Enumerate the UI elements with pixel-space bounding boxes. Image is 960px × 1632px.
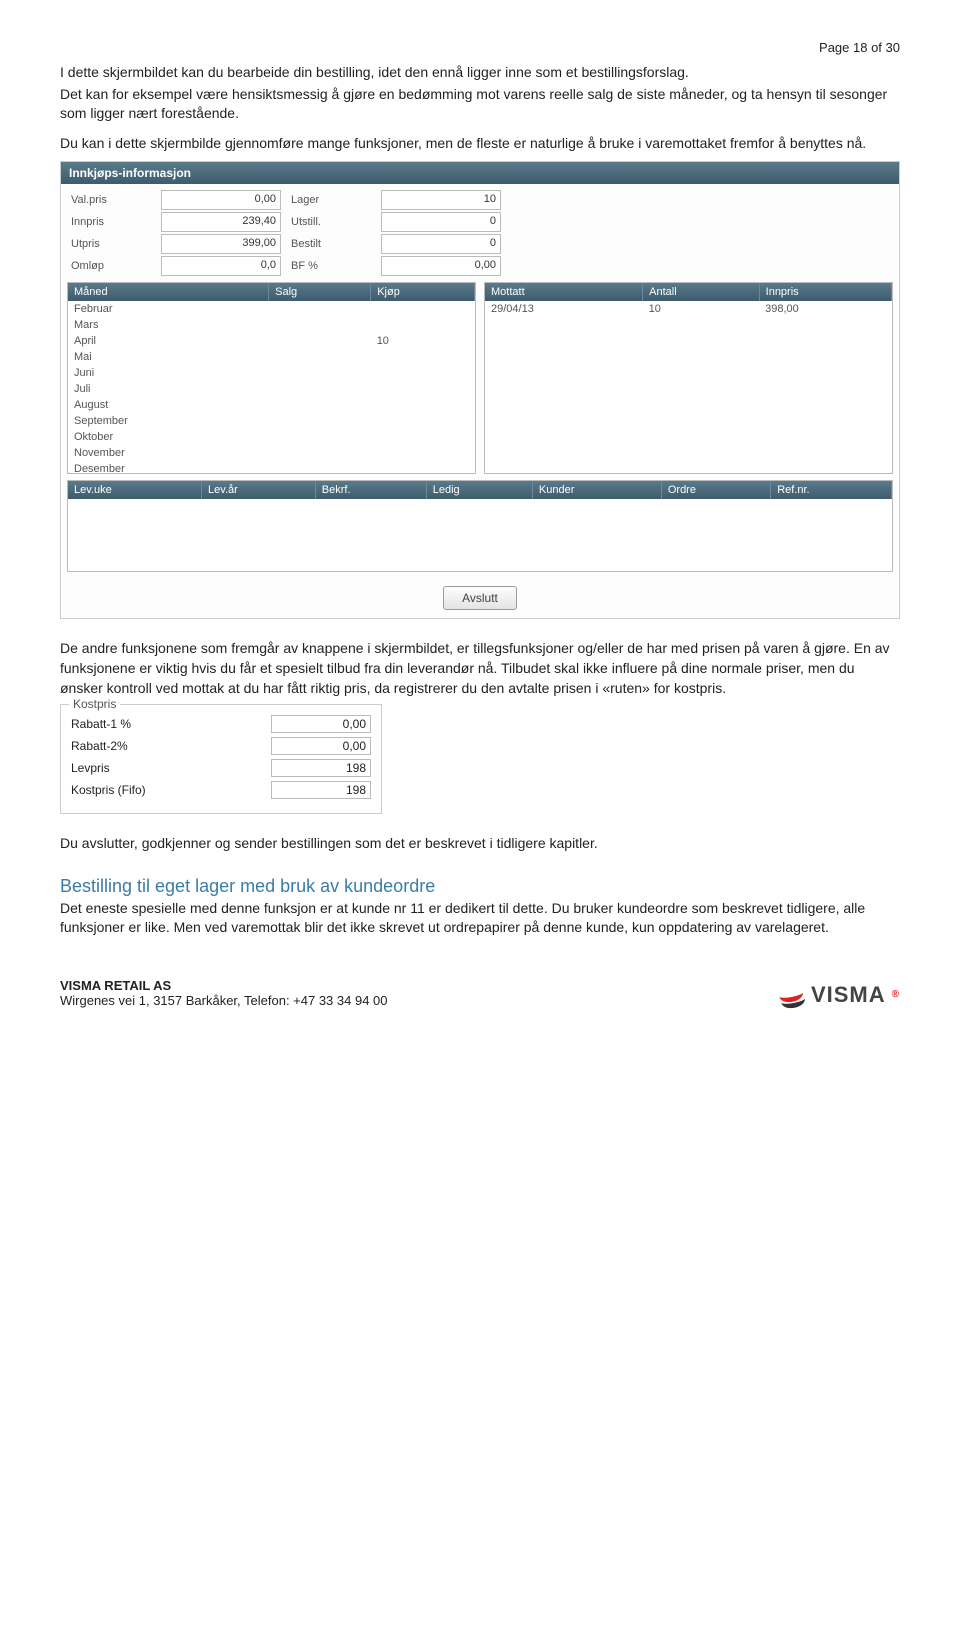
table-cell [371, 461, 475, 474]
table-cell [269, 397, 371, 413]
kost-label: Kostpris (Fifo) [71, 783, 146, 797]
table-cell [371, 429, 475, 445]
table-cell [269, 301, 371, 317]
col-head: Antall [643, 283, 760, 301]
table-cell [269, 413, 371, 429]
footer-address: Wirgenes vei 1, 3157 Barkåker, Telefon: … [60, 993, 388, 1008]
table-cell: 29/04/13 [485, 301, 643, 317]
section-heading: Bestilling til eget lager med bruk av ku… [60, 876, 900, 897]
table-cell: Mars [68, 317, 269, 333]
field-value[interactable]: 0 [381, 212, 501, 232]
table-cell [371, 349, 475, 365]
kostpris-box: Kostpris Rabatt-1 %0,00Rabatt-2%0,00Levp… [60, 704, 382, 814]
table-cell [269, 381, 371, 397]
visma-logo: VISMA® [779, 982, 900, 1008]
col-head: Kjøp [371, 283, 475, 301]
table-cell [371, 445, 475, 461]
col-head: Innpris [759, 283, 891, 301]
body-text: Det eneste spesielle med denne funksjon … [60, 899, 900, 938]
col-head: Kunder [532, 481, 661, 499]
month-table[interactable]: Måned Salg Kjøp FebruarMarsApril 10 MaiJun… [67, 282, 476, 474]
delivery-table[interactable]: Lev.ukeLev.årBekrf.LedigKunderOrdreRef.n… [67, 480, 893, 572]
field-value[interactable]: 0,00 [161, 190, 281, 210]
col-head: Lev.uke [68, 481, 202, 499]
field-value[interactable]: 10 [381, 190, 501, 210]
received-table[interactable]: Mottatt Antall Innpris 29/04/1310398,00 [484, 282, 893, 474]
table-cell: Juni [68, 365, 269, 381]
table-cell [269, 349, 371, 365]
table-cell [269, 317, 371, 333]
table-cell [371, 413, 475, 429]
kost-label: Rabatt-2% [71, 739, 128, 753]
avslutt-button[interactable]: Avslutt [443, 586, 517, 610]
field-value[interactable]: 0 [381, 234, 501, 254]
col-head: Bekrf. [315, 481, 426, 499]
field-value[interactable]: 0,00 [381, 256, 501, 276]
kost-value[interactable]: 0,00 [271, 715, 371, 733]
table-cell: Desember [68, 461, 269, 474]
field-label: Val.pris [71, 194, 151, 206]
table-cell: 10 [643, 301, 760, 317]
info-grid: Val.pris 0,00 Lager 10 Innpris 239,40 Ut… [61, 184, 899, 282]
box-legend: Kostpris [69, 697, 120, 711]
table-cell [269, 461, 371, 474]
field-label: Bestilt [291, 238, 371, 250]
footer-company: VISMA RETAIL AS [60, 978, 388, 993]
col-head: Ordre [661, 481, 770, 499]
table-cell [269, 365, 371, 381]
table-cell [371, 397, 475, 413]
kost-value[interactable]: 198 [271, 781, 371, 799]
table-cell: Februar [68, 301, 269, 317]
kost-value[interactable]: 198 [271, 759, 371, 777]
table-cell [269, 333, 371, 349]
table-cell: August [68, 397, 269, 413]
page-footer: VISMA RETAIL AS Wirgenes vei 1, 3157 Bar… [60, 978, 900, 1008]
table-cell: 398,00 [759, 301, 891, 317]
kost-label: Rabatt-1 % [71, 717, 131, 731]
field-label: BF % [291, 260, 371, 272]
innkjops-panel: Innkjøps-informasjon Val.pris 0,00 Lager… [60, 161, 900, 619]
col-head: Salg [269, 283, 371, 301]
table-cell [269, 445, 371, 461]
table-cell [269, 429, 371, 445]
table-cell [371, 381, 475, 397]
table-cell [371, 317, 475, 333]
field-label: Utstill. [291, 216, 371, 228]
body-text: De andre funksjonene som fremgår av knap… [60, 639, 900, 698]
table-cell [371, 365, 475, 381]
col-head: Ref.nr. [771, 481, 892, 499]
logo-text: VISMA [811, 982, 886, 1008]
col-head: Ledig [426, 481, 532, 499]
table-cell: November [68, 445, 269, 461]
field-label: Lager [291, 194, 371, 206]
field-value[interactable]: 239,40 [161, 212, 281, 232]
body-text: Det kan for eksempel være hensiktsmessig… [60, 85, 900, 124]
table-cell: Mai [68, 349, 269, 365]
col-head: Måned [68, 283, 269, 301]
table-cell: April [68, 333, 269, 349]
field-label: Omløp [71, 260, 151, 272]
visma-swoosh-icon [779, 985, 805, 1005]
field-value[interactable]: 399,00 [161, 234, 281, 254]
table-cell: Oktober [68, 429, 269, 445]
body-text: Du avslutter, godkjenner og sender besti… [60, 834, 900, 854]
col-head: Mottatt [485, 283, 643, 301]
table-cell: Juli [68, 381, 269, 397]
kost-value[interactable]: 0,00 [271, 737, 371, 755]
field-value[interactable]: 0,0 [161, 256, 281, 276]
table-cell: 10 [371, 333, 475, 349]
table-cell [371, 301, 475, 317]
table-cell: September [68, 413, 269, 429]
body-text: Du kan i dette skjermbilde gjennomføre m… [60, 134, 900, 154]
field-label: Utpris [71, 238, 151, 250]
kost-label: Levpris [71, 761, 110, 775]
panel-title: Innkjøps-informasjon [61, 162, 899, 184]
col-head: Lev.år [202, 481, 316, 499]
field-label: Innpris [71, 216, 151, 228]
page-indicator: Page 18 of 30 [60, 40, 900, 55]
body-text: I dette skjermbildet kan du bearbeide di… [60, 63, 900, 83]
